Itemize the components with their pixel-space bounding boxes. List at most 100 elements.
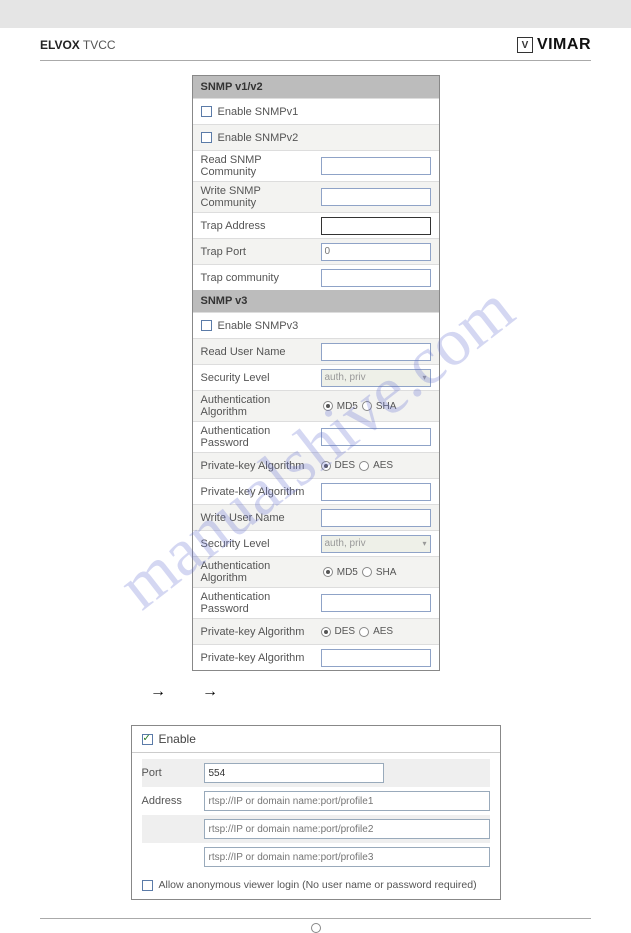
trap-community-row: Trap community (193, 264, 439, 290)
trap-port-input[interactable] (321, 243, 431, 261)
chevron-down-icon: ▾ (422, 539, 426, 548)
write-community-input[interactable] (321, 188, 431, 206)
priv-algo2-row: Private-key Algorithm (193, 478, 439, 504)
md5-label-2: MD5 (337, 567, 358, 578)
sec-level-select[interactable]: auth, priv ▾ (321, 369, 431, 387)
page-marker-icon (311, 923, 321, 933)
des-radio[interactable] (321, 461, 331, 471)
sec-level-label: Security Level (201, 372, 315, 384)
vendor-name: VIMAR (537, 36, 591, 54)
md5-label: MD5 (337, 401, 358, 412)
rtsp-addr1-input[interactable] (204, 791, 490, 811)
enable-snmpv3-row: Enable SNMPv3 (193, 312, 439, 338)
trap-community-input[interactable] (321, 269, 431, 287)
write-user-label: Write User Name (201, 512, 315, 524)
md5-radio-2[interactable] (323, 567, 333, 577)
auth-algo-group: MD5 SHA (323, 401, 431, 412)
write-community-label: Write SNMP Community (201, 185, 315, 209)
write-user-row: Write User Name (193, 504, 439, 530)
read-community-row: Read SNMP Community (193, 150, 439, 181)
rtsp-anon-row: Allow anonymous viewer login (No user na… (132, 871, 500, 899)
write-community-row: Write SNMP Community (193, 181, 439, 212)
snmp-v3-header: SNMP v3 (193, 290, 439, 312)
snmp-v1v2-header: SNMP v1/v2 (193, 76, 439, 98)
md5-radio[interactable] (323, 401, 333, 411)
priv-algo-group: DES AES (321, 460, 431, 471)
priv-algo-label: Private-key Algorithm (201, 460, 315, 472)
auth-pass2-input[interactable] (321, 594, 431, 612)
auth-algo-row: Authentication Algorithm MD5 SHA (193, 390, 439, 421)
sec-level-row: Security Level auth, priv ▾ (193, 364, 439, 390)
sha-label: SHA (376, 401, 397, 412)
aes-radio[interactable] (359, 461, 369, 471)
priv-algo3-group: DES AES (321, 626, 431, 637)
rtsp-addr2-input[interactable] (204, 819, 490, 839)
auth-pass-input[interactable] (321, 428, 431, 446)
enable-snmpv3-label: Enable SNMPv3 (218, 320, 431, 332)
priv-algo4-input[interactable] (321, 649, 431, 667)
priv-algo2-input[interactable] (321, 483, 431, 501)
read-user-label: Read User Name (201, 346, 315, 358)
snmp-panel: SNMP v1/v2 Enable SNMPv1 Enable SNMPv2 R… (192, 75, 440, 671)
aes-label-2: AES (373, 626, 393, 637)
rtsp-enable-checkbox[interactable] (142, 734, 153, 745)
priv-algo3-label: Private-key Algorithm (201, 626, 315, 638)
priv-algo3-row: Private-key Algorithm DES AES (193, 618, 439, 644)
des-radio-2[interactable] (321, 627, 331, 637)
arrow-icon: → (202, 683, 218, 701)
rtsp-enable-row: Enable (132, 726, 500, 753)
rtsp-port-input[interactable] (204, 763, 384, 783)
read-community-input[interactable] (321, 157, 431, 175)
trap-community-label: Trap community (201, 272, 315, 284)
priv-algo4-label: Private-key Algorithm (201, 652, 315, 664)
auth-algo-label: Authentication Algorithm (201, 394, 317, 418)
sec-level2-label: Security Level (201, 538, 315, 550)
enable-snmpv2-label: Enable SNMPv2 (218, 132, 431, 144)
sha-radio[interactable] (362, 401, 372, 411)
brand-bold: ELVOX (40, 38, 80, 52)
sec-level-value: auth, priv (325, 372, 366, 383)
sec-level2-select[interactable]: auth, priv ▾ (321, 535, 431, 553)
sec-level2-row: Security Level auth, priv ▾ (193, 530, 439, 556)
brand-rest: TVCC (80, 38, 116, 52)
trap-port-row: Trap Port (193, 238, 439, 264)
write-user-input[interactable] (321, 509, 431, 527)
read-community-label: Read SNMP Community (201, 154, 315, 178)
trap-address-row: Trap Address (193, 212, 439, 238)
auth-algo2-group: MD5 SHA (323, 567, 431, 578)
auth-pass2-label: Authentication Password (201, 591, 315, 615)
auth-pass-label: Authentication Password (201, 425, 315, 449)
enable-snmpv1-label: Enable SNMPv1 (218, 106, 431, 118)
read-user-input[interactable] (321, 343, 431, 361)
des-label-2: DES (335, 626, 356, 637)
enable-snmpv1-checkbox[interactable] (201, 106, 212, 117)
priv-algo-row: Private-key Algorithm DES AES (193, 452, 439, 478)
rtsp-enable-label: Enable (159, 732, 196, 746)
enable-snmpv3-checkbox[interactable] (201, 320, 212, 331)
rtsp-addr2-row (142, 815, 490, 843)
auth-algo2-label: Authentication Algorithm (201, 560, 317, 584)
rtsp-addr1-row: Address (142, 787, 490, 815)
rtsp-grid: Port Address (132, 753, 500, 871)
aes-radio-2[interactable] (359, 627, 369, 637)
enable-snmpv2-row: Enable SNMPv2 (193, 124, 439, 150)
auth-pass2-row: Authentication Password (193, 587, 439, 618)
trap-address-label: Trap Address (201, 220, 315, 232)
sha-radio-2[interactable] (362, 567, 372, 577)
trap-address-input[interactable] (321, 217, 431, 235)
vendor-logo-icon: V (517, 37, 533, 53)
header-rule (40, 60, 591, 61)
page-header: ELVOX TVCC V VIMAR (0, 28, 631, 60)
sha-label-2: SHA (376, 567, 397, 578)
auth-pass-row: Authentication Password (193, 421, 439, 452)
enable-snmpv2-checkbox[interactable] (201, 132, 212, 143)
rtsp-panel: Enable Port Address Allow anonymous view… (131, 725, 501, 900)
rtsp-anon-label: Allow anonymous viewer login (No user na… (159, 879, 477, 891)
rtsp-port-row: Port (142, 759, 490, 787)
auth-algo2-row: Authentication Algorithm MD5 SHA (193, 556, 439, 587)
rtsp-anon-checkbox[interactable] (142, 880, 153, 891)
rtsp-port-label: Port (142, 767, 194, 779)
rtsp-addr3-input[interactable] (204, 847, 490, 867)
chevron-down-icon: ▾ (422, 373, 426, 382)
sec-level2-value: auth, priv (325, 538, 366, 549)
